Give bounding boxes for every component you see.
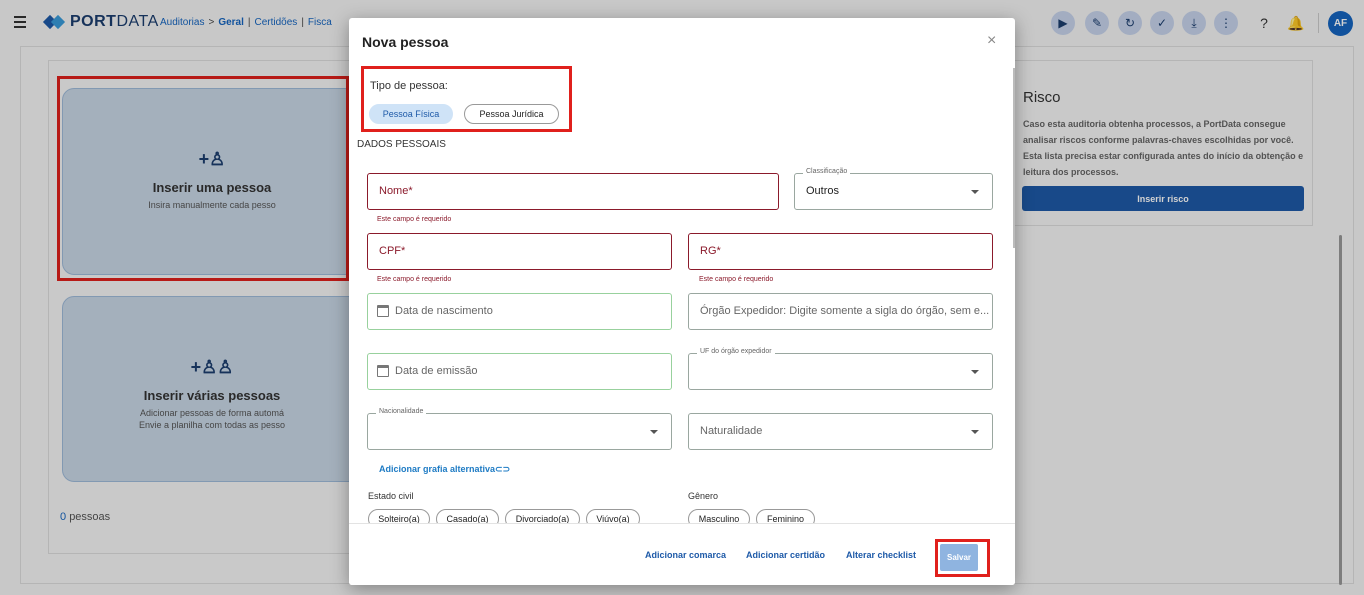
birth-date-field[interactable]: Data de nascimento [367, 293, 672, 330]
gender-label: Gênero [688, 491, 719, 501]
new-person-dialog: Nova pessoa × Tipo de pessoa: Pessoa Fís… [349, 18, 1015, 585]
cpf-placeholder: CPF* [379, 245, 406, 257]
classificacao-label: Classificação [803, 168, 851, 175]
person-type-label: Tipo de pessoa: [370, 80, 448, 92]
calendar-icon [377, 365, 389, 377]
nome-error: Este campo é requerido [377, 216, 452, 223]
issue-date-field[interactable]: Data de emissão [367, 353, 672, 390]
naturalidade-select[interactable]: Naturalidade [688, 413, 993, 450]
dialog-scrollbar[interactable] [1013, 68, 1015, 248]
chip-pessoa-fisica[interactable]: Pessoa Física [369, 104, 453, 124]
save-button[interactable]: Salvar [940, 544, 978, 571]
add-certidao-button[interactable]: Adicionar certidão [746, 550, 825, 560]
issue-date-placeholder: Data de emissão [395, 365, 478, 377]
cpf-error: Este campo é requerido [377, 276, 452, 283]
birth-date-placeholder: Data de nascimento [395, 305, 493, 317]
link-icon: ⊂⊃ [495, 464, 511, 474]
nacionalidade-label: Nacionalidade [376, 408, 427, 415]
orgao-placeholder: Órgão Expedidor: Digite somente a sigla … [700, 305, 990, 317]
naturalidade-placeholder: Naturalidade [700, 425, 763, 437]
orgao-expedidor-field[interactable]: Órgão Expedidor: Digite somente a sigla … [688, 293, 993, 330]
dialog-title: Nova pessoa [362, 34, 449, 50]
nome-placeholder: Nome* [379, 185, 413, 197]
chevron-down-icon [971, 370, 979, 374]
classificacao-select[interactable]: Classificação Outros [794, 168, 993, 210]
nome-field[interactable]: Nome* [367, 173, 779, 210]
civil-status-label: Estado civil [368, 491, 414, 501]
rg-placeholder: RG* [700, 245, 721, 257]
chevron-down-icon [971, 430, 979, 434]
chevron-down-icon [971, 190, 979, 194]
add-comarca-button[interactable]: Adicionar comarca [645, 550, 726, 560]
section-title: DADOS PESSOAIS [357, 139, 446, 150]
rg-field[interactable]: RG* [688, 233, 993, 270]
calendar-icon [377, 305, 389, 317]
chip-pessoa-juridica[interactable]: Pessoa Jurídica [464, 104, 559, 124]
cpf-field[interactable]: CPF* [367, 233, 672, 270]
close-icon[interactable]: × [987, 32, 996, 50]
chevron-down-icon [650, 430, 658, 434]
alt-spelling-label: Adicionar grafia alternativa [379, 464, 496, 474]
classificacao-value: Outros [806, 185, 840, 197]
add-alt-spelling-link[interactable]: Adicionar grafia alternativa⊂⊃ [379, 464, 510, 475]
alter-checklist-button[interactable]: Alterar checklist [846, 550, 916, 560]
uf-select[interactable]: UF do órgão expedidor [688, 348, 993, 390]
nacionalidade-select[interactable]: Nacionalidade [367, 408, 672, 450]
uf-label: UF do órgão expedidor [697, 348, 775, 355]
rg-error: Este campo é requerido [699, 276, 774, 283]
dialog-footer: Adicionar comarca Adicionar certidão Alt… [349, 523, 1015, 585]
